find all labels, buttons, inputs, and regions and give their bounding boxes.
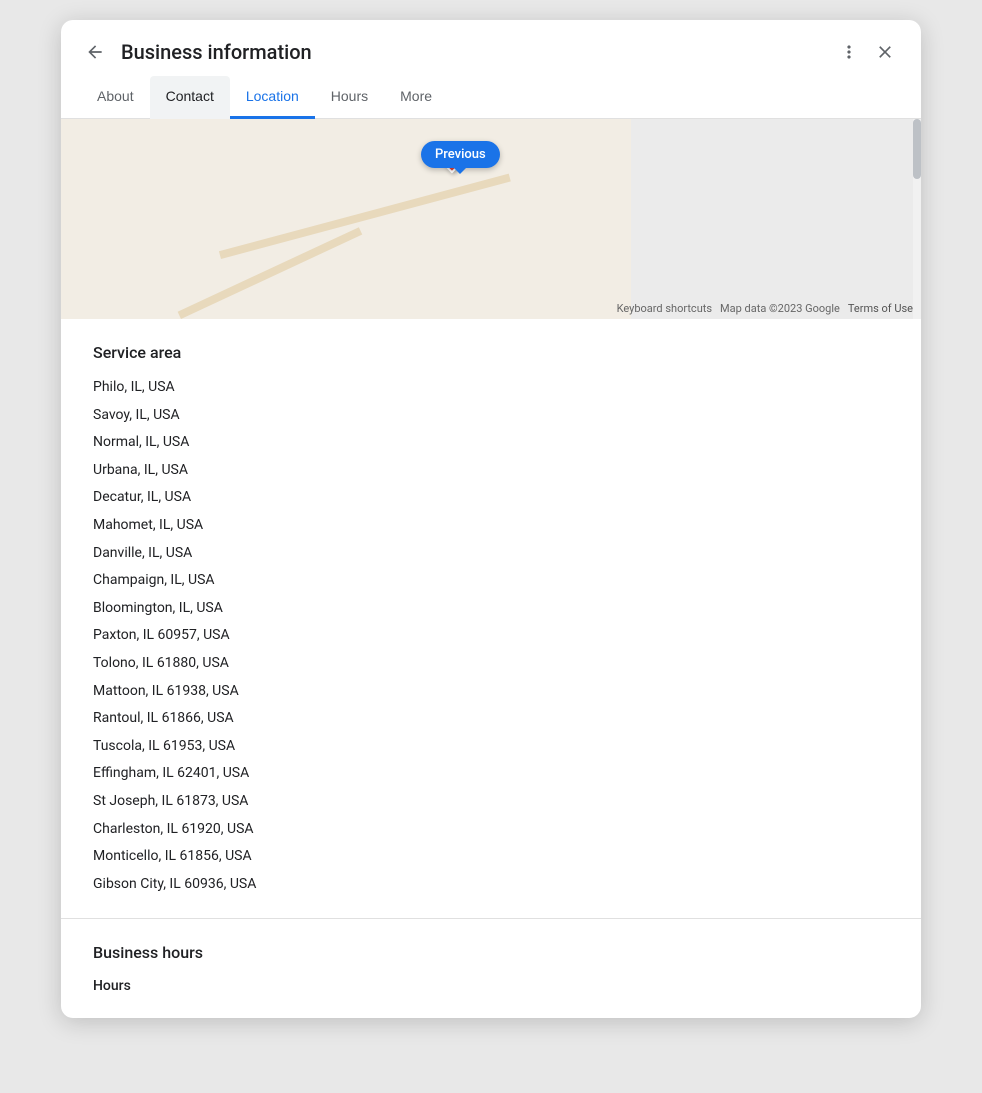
tab-about[interactable]: About	[81, 76, 150, 119]
list-item: Effingham, IL 62401, USA	[93, 764, 889, 784]
list-item: Monticello, IL 61856, USA	[93, 847, 889, 867]
terms-of-use-link[interactable]: Terms of Use	[848, 302, 913, 315]
list-item: Normal, IL, USA	[93, 433, 889, 453]
service-area-title: Service area	[93, 343, 889, 362]
business-info-dialog: Business information About Contact Locat…	[61, 20, 921, 1018]
map-road-2	[219, 174, 511, 259]
list-item: Rantoul, IL 61866, USA	[93, 709, 889, 729]
service-area-section: Service area Philo, IL, USA Savoy, IL, US…	[61, 319, 921, 919]
scroll-indicator[interactable]	[913, 119, 921, 319]
list-item: Paxton, IL 60957, USA	[93, 626, 889, 646]
list-item: Mattoon, IL 61938, USA	[93, 682, 889, 702]
tab-contact[interactable]: Contact	[150, 76, 230, 119]
list-item: Savoy, IL, USA	[93, 406, 889, 426]
header-actions	[833, 36, 901, 68]
business-hours-title: Business hours	[93, 943, 889, 962]
list-item: Tolono, IL 61880, USA	[93, 654, 889, 674]
map-data-label: Map data ©2023 Google	[720, 302, 840, 315]
list-item: Champaign, IL, USA	[93, 571, 889, 591]
close-button[interactable]	[869, 36, 901, 68]
list-item: Tuscola, IL 61953, USA	[93, 737, 889, 757]
back-button[interactable]	[81, 38, 109, 66]
list-item: Bloomington, IL, USA	[93, 599, 889, 619]
map-footer: Keyboard shortcuts Map data ©2023 Google…	[61, 298, 921, 319]
tabs-bar: About Contact Location Hours More	[61, 76, 921, 119]
scroll-thumb	[913, 119, 921, 179]
tab-hours[interactable]: Hours	[315, 76, 384, 119]
list-item: Charleston, IL 61920, USA	[93, 820, 889, 840]
map-tooltip[interactable]: Previous	[421, 141, 500, 168]
location-list: Philo, IL, USA Savoy, IL, USA Normal, IL, …	[93, 378, 889, 894]
list-item: Urbana, IL, USA	[93, 461, 889, 481]
hours-sub-label: Hours	[93, 978, 889, 994]
content-area: Previous Keyboard shortcuts Map data ©20…	[61, 119, 921, 1018]
map-container[interactable]: Previous Keyboard shortcuts Map data ©20…	[61, 119, 921, 319]
list-item: Philo, IL, USA	[93, 378, 889, 398]
list-item: Danville, IL, USA	[93, 544, 889, 564]
more-options-button[interactable]	[833, 36, 865, 68]
list-item: St Joseph, IL 61873, USA	[93, 792, 889, 812]
list-item: Mahomet, IL, USA	[93, 516, 889, 536]
business-hours-section: Business hours Hours	[61, 919, 921, 1018]
list-item: Decatur, IL, USA	[93, 488, 889, 508]
dialog-header: Business information	[61, 20, 921, 68]
keyboard-shortcuts-label: Keyboard shortcuts	[617, 302, 712, 315]
tab-more[interactable]: More	[384, 76, 448, 119]
list-item: Gibson City, IL 60936, USA	[93, 875, 889, 895]
tab-location[interactable]: Location	[230, 76, 315, 119]
dialog-title: Business information	[121, 40, 821, 64]
map-right-panel	[631, 119, 921, 319]
